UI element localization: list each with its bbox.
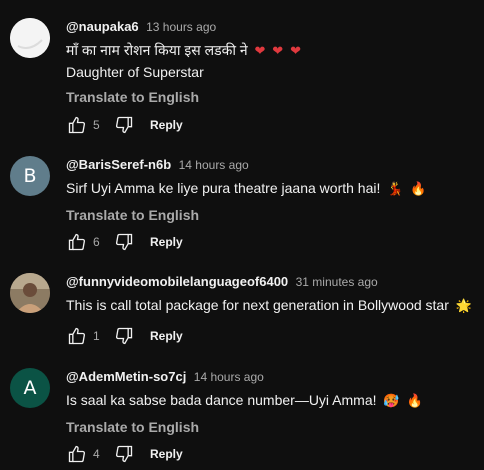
thumbs-up-icon[interactable] xyxy=(66,231,88,253)
like-count: 4 xyxy=(93,447,100,461)
reply-button[interactable]: Reply xyxy=(150,118,183,132)
thumbs-down-icon[interactable] xyxy=(113,443,135,465)
like-count: 1 xyxy=(93,329,100,343)
comment-actions: 6 Reply xyxy=(66,230,183,254)
comment-text: This is call total package for next gene… xyxy=(66,295,478,317)
reply-button[interactable]: Reply xyxy=(150,329,183,343)
comment-body: @BarisSeref-n6b 14 hours ago Sirf Uyi Am… xyxy=(66,156,478,224)
thumbs-up-icon[interactable] xyxy=(66,325,88,347)
comment-text-line: Daughter of Superstar xyxy=(66,64,204,80)
avatar[interactable] xyxy=(10,273,50,313)
comment-author[interactable]: @naupaka6 xyxy=(66,19,139,34)
comment-timestamp[interactable]: 14 hours ago xyxy=(194,370,264,384)
comment-text-line: माँ का नाम रोशन किया इस लडकी ने xyxy=(66,42,248,58)
thumbs-down-icon[interactable] xyxy=(113,114,135,136)
avatar[interactable] xyxy=(10,18,50,58)
comment-timestamp[interactable]: 13 hours ago xyxy=(146,20,216,34)
comment-timestamp[interactable]: 14 hours ago xyxy=(179,158,249,172)
comment-text-line: This is call total package for next gene… xyxy=(66,297,449,313)
comment-text-line: Sirf Uyi Amma ke liye pura theatre jaana… xyxy=(66,180,381,196)
comment-actions: 1 Reply xyxy=(66,324,183,348)
avatar[interactable]: A xyxy=(10,368,50,408)
comment-timestamp[interactable]: 31 minutes ago xyxy=(296,275,378,289)
thumbs-down-icon[interactable] xyxy=(113,325,135,347)
hot-face-emoji-icon: 🥵 xyxy=(383,394,400,409)
comment-author[interactable]: @BarisSeref-n6b xyxy=(66,157,171,172)
fire-emoji-icon: 🔥 xyxy=(410,182,427,197)
comment-text-line: Is saal ka sabse bada dance number—Uyi A… xyxy=(66,392,377,408)
thumbs-up-icon[interactable] xyxy=(66,443,88,465)
translate-link[interactable]: Translate to English xyxy=(66,88,478,106)
translate-link[interactable]: Translate to English xyxy=(66,418,478,436)
avatar-letter: B xyxy=(23,165,37,187)
heart-icon: ❤ xyxy=(254,44,266,59)
comment-body: @AdemMetin-so7cj 14 hours ago Is saal ka… xyxy=(66,368,478,436)
comment-text: माँ का नाम रोशन किया इस लडकी ने ❤ ❤ ❤ xyxy=(66,40,478,62)
white-circle-avatar xyxy=(10,18,50,58)
comment-actions: 5 Reply xyxy=(66,113,183,137)
star-emoji-icon: 🌟 xyxy=(455,299,472,314)
comment-body: @naupaka6 13 hours ago माँ का नाम रोशन क… xyxy=(66,18,478,106)
avatar-letter: A xyxy=(23,377,37,399)
comment-author[interactable]: @funnyvideomobilelanguageof6400 xyxy=(66,274,288,289)
reply-button[interactable]: Reply xyxy=(150,447,183,461)
comment-author[interactable]: @AdemMetin-so7cj xyxy=(66,369,186,384)
profile-photo-avatar xyxy=(10,273,50,313)
comment-actions: 4 Reply xyxy=(66,442,183,466)
heart-icon: ❤ xyxy=(272,44,284,59)
like-count: 6 xyxy=(93,235,100,249)
like-count: 5 xyxy=(93,118,100,132)
comment-text: Sirf Uyi Amma ke liye pura theatre jaana… xyxy=(66,178,478,200)
dancer-emoji-icon: 💃 xyxy=(387,182,404,197)
reply-button[interactable]: Reply xyxy=(150,235,183,249)
comment-text: Is saal ka sabse bada dance number—Uyi A… xyxy=(66,390,478,412)
thumbs-up-icon[interactable] xyxy=(66,114,88,136)
fire-emoji-icon: 🔥 xyxy=(406,394,423,409)
translate-link[interactable]: Translate to English xyxy=(66,206,478,224)
heart-icon: ❤ xyxy=(290,44,301,59)
comments-section: @naupaka6 13 hours ago माँ का नाम रोशन क… xyxy=(0,0,484,470)
comment-body: @funnyvideomobilelanguageof6400 31 minut… xyxy=(66,273,478,317)
thumbs-down-icon[interactable] xyxy=(113,231,135,253)
avatar[interactable]: B xyxy=(10,156,50,196)
